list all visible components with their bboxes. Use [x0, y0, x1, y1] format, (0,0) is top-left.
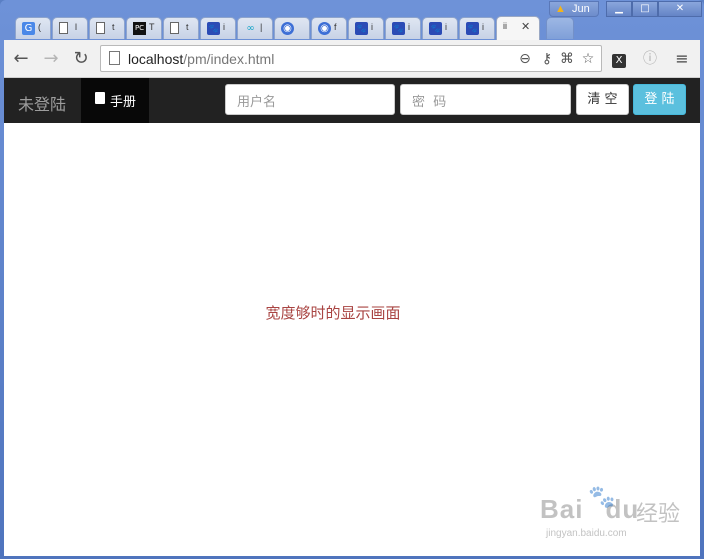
- browser-window: ▲ Jun ▁ □ ✕ G(l t PC Tt 🐾 i ∞ | ◉ ◉ f 🐾 i 🐾 i 🐾 i 🐾 i ii ✕ ←…: [0, 0, 704, 559]
- url-text[interactable]: localhost/pm/index.html: [128, 51, 274, 67]
- page-icon: [109, 51, 120, 65]
- tab-title: i: [371, 22, 373, 32]
- tab-title: |: [260, 22, 263, 32]
- infinity-icon: ∞: [246, 23, 255, 34]
- rocket-icon: ◉: [318, 22, 331, 35]
- page-icon: [59, 22, 68, 34]
- tab-strip: ▲ Jun ▁ □ ✕ G(l t PC Tt 🐾 i ∞ | ◉ ◉ f 🐾 i 🐾 i 🐾 i 🐾 i ii ✕: [0, 0, 704, 40]
- top-navbar: 未登陆 手册 用户名 密 码 清 空 登 陆: [4, 78, 700, 123]
- browser-tab[interactable]: ◉ f: [311, 17, 347, 39]
- address-bar[interactable]: localhost/pm/index.html ⊖ ⚷ ⌘ ☆: [100, 45, 602, 72]
- login-button[interactable]: 登 陆: [633, 84, 686, 115]
- watermark-site: jingyan.baidu.com: [546, 528, 627, 539]
- browser-tab[interactable]: t: [89, 17, 125, 39]
- browser-tab[interactable]: 🐾 i: [422, 17, 458, 39]
- watermark-jingyan: 经验: [636, 501, 681, 526]
- help-icon[interactable]: ⓘ: [640, 49, 660, 69]
- translate-icon[interactable]: ⌘: [557, 49, 577, 69]
- forward-arrow-icon[interactable]: →: [40, 48, 62, 70]
- profile-name: Jun: [572, 3, 590, 15]
- tab-title: f: [334, 22, 337, 32]
- page-viewport: 未登陆 手册 用户名 密 码 清 空 登 陆 宽度够时的显示画面 Bai du 🐾…: [4, 78, 700, 556]
- status-message: 宽度够时的显示画面: [265, 304, 401, 322]
- browser-toolbar: ← → ↻ localhost/pm/index.html ⊖ ⚷ ⌘ ☆ X …: [4, 40, 700, 78]
- close-tab-icon[interactable]: ✕: [521, 20, 530, 33]
- page-icon: [96, 22, 105, 34]
- browser-tab[interactable]: l: [52, 17, 88, 39]
- tab-title: t: [112, 22, 115, 32]
- browser-tab[interactable]: 🐾 i: [200, 17, 236, 39]
- active-tab[interactable]: ii ✕: [496, 16, 540, 40]
- close-window-button[interactable]: ✕: [658, 1, 702, 17]
- reload-icon[interactable]: ↻: [70, 48, 92, 70]
- new-tab-button[interactable]: [546, 17, 574, 39]
- tab-title: i: [482, 22, 484, 32]
- minimize-button[interactable]: ▁: [606, 1, 632, 17]
- username-input[interactable]: 用户名: [225, 84, 395, 115]
- warning-icon: ▲: [555, 3, 566, 15]
- pycharm-icon: PC: [133, 22, 146, 35]
- clear-button[interactable]: 清 空: [576, 84, 629, 115]
- browser-tab[interactable]: 🐾 i: [459, 17, 495, 39]
- tab-title: T: [149, 22, 155, 32]
- key-icon[interactable]: ⚷: [537, 49, 557, 69]
- menu-icon[interactable]: ≡: [672, 49, 692, 69]
- baidu-paw-icon: 🐾: [392, 22, 405, 35]
- browser-tab[interactable]: ◉: [274, 17, 310, 39]
- navbar-brand[interactable]: 未登陆: [18, 91, 66, 115]
- rocket-icon: ◉: [281, 22, 294, 35]
- maximize-button[interactable]: □: [632, 1, 658, 17]
- tab-title: i: [445, 22, 447, 32]
- google-translate-icon: G: [22, 22, 35, 35]
- tab-title: l: [75, 22, 77, 32]
- active-tab-title: ii: [503, 21, 507, 31]
- tab-title: t: [186, 22, 189, 32]
- baidu-paw-icon: 🐾: [207, 22, 220, 35]
- browser-tab[interactable]: ∞ |: [237, 17, 273, 39]
- password-placeholder: 密 码: [412, 95, 447, 110]
- book-icon: [95, 92, 105, 104]
- page-icon: [170, 22, 179, 34]
- baidu-paw-icon: 🐾: [466, 22, 479, 35]
- back-arrow-icon[interactable]: ←: [10, 48, 32, 70]
- profile-chip[interactable]: ▲ Jun: [549, 1, 599, 17]
- baidu-paw-icon: 🐾: [355, 22, 368, 35]
- nav-item-manual-label: 手册: [110, 95, 137, 110]
- browser-tab[interactable]: G(: [15, 17, 51, 39]
- browser-tab[interactable]: 🐾 i: [385, 17, 421, 39]
- paw-icon: 🐾: [588, 484, 616, 509]
- browser-tab[interactable]: 🐾 i: [348, 17, 384, 39]
- tab-title: i: [408, 22, 410, 32]
- browser-tab[interactable]: t: [163, 17, 199, 39]
- browser-tab[interactable]: PC T: [126, 17, 162, 39]
- zoom-icon[interactable]: ⊖: [515, 49, 535, 69]
- baidu-paw-icon: 🐾: [429, 22, 442, 35]
- baidu-jingyan-watermark: Bai du 🐾 经验 jingyan.baidu.com: [540, 484, 700, 544]
- extension-x-icon[interactable]: X: [609, 49, 629, 69]
- tab-title: (: [38, 22, 41, 32]
- password-input[interactable]: 密 码: [400, 84, 571, 115]
- nav-item-manual[interactable]: 手册: [81, 78, 149, 123]
- bookmark-star-icon[interactable]: ☆: [578, 49, 598, 69]
- tab-title: i: [223, 22, 225, 32]
- username-placeholder: 用户名: [237, 95, 277, 110]
